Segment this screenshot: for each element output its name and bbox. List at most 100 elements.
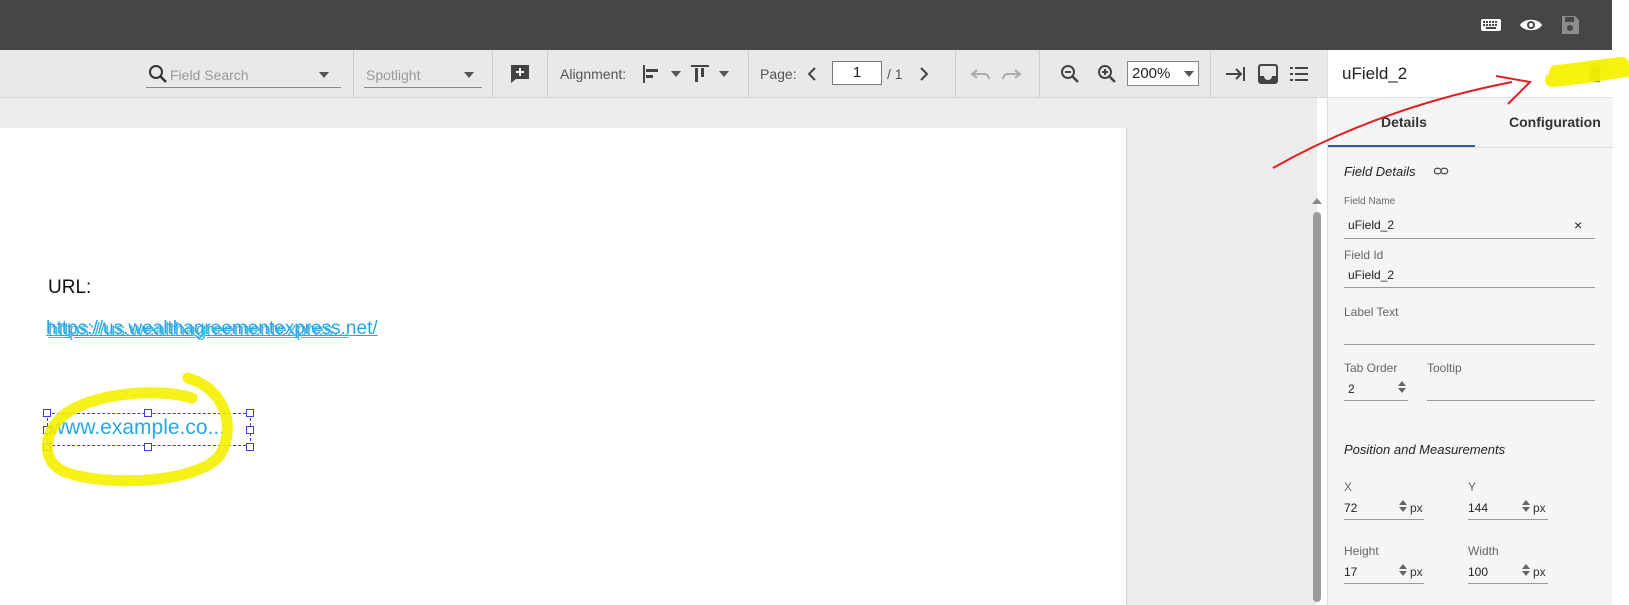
toolbar-divider [748, 50, 749, 98]
y-unit: px [1533, 501, 1546, 515]
chevron-down-icon[interactable] [671, 71, 681, 77]
page-total: / 1 [887, 66, 903, 82]
align-top-icon[interactable] [688, 62, 712, 86]
width-underline [1468, 583, 1548, 584]
resize-handle[interactable] [43, 426, 51, 434]
document-page[interactable]: URL: https://us.wealthagreementexpress.n… [0, 128, 1127, 605]
height-input[interactable]: 17 [1344, 565, 1357, 579]
zoom-select[interactable]: 200% [1127, 61, 1199, 86]
chevron-down-icon [464, 72, 474, 78]
chevron-down-icon[interactable] [719, 71, 729, 77]
height-unit: px [1410, 565, 1423, 579]
list-icon[interactable] [1287, 62, 1311, 86]
redo-icon[interactable] [999, 62, 1023, 86]
zoom-out-icon[interactable] [1058, 62, 1082, 86]
tab-details[interactable]: Details [1381, 114, 1427, 130]
chevron-right-icon[interactable] [912, 62, 936, 86]
scroll-up-arrow[interactable] [1312, 198, 1322, 204]
tab-order-underline [1344, 400, 1408, 401]
label-text-label: Label Text [1344, 305, 1399, 319]
x-underline [1344, 519, 1424, 520]
resize-handle[interactable] [246, 426, 254, 434]
stepper-icon[interactable] [1398, 381, 1406, 393]
toolbar-divider [492, 50, 493, 98]
width-input[interactable]: 100 [1468, 565, 1488, 579]
toolbar-divider [1039, 50, 1040, 98]
undo-icon[interactable] [969, 62, 993, 86]
toolbar-divider [955, 50, 956, 98]
y-label: Y [1468, 480, 1477, 494]
url-label: URL: [48, 277, 92, 298]
resize-handle[interactable] [43, 409, 51, 417]
resize-handle[interactable] [144, 443, 152, 451]
link-icon[interactable] [1432, 163, 1450, 179]
panel-title: uField_2 [1342, 64, 1408, 83]
add-field-icon[interactable] [508, 62, 532, 86]
page-label: Page: [760, 66, 797, 82]
y-underline [1468, 519, 1548, 520]
resize-handle[interactable] [246, 409, 254, 417]
tab-order-input[interactable]: 2 [1348, 382, 1355, 396]
selected-field-text[interactable]: www.example.co... [50, 416, 225, 440]
field-search-input[interactable]: Field Search [146, 62, 341, 88]
page-number-input[interactable]: 1 [832, 61, 882, 85]
stepper-icon[interactable] [1522, 564, 1530, 576]
toolbar-divider [547, 50, 548, 98]
stepper-icon[interactable] [1522, 500, 1530, 512]
alignment-label: Alignment: [560, 66, 627, 82]
resize-handle[interactable] [43, 443, 51, 451]
height-underline [1344, 583, 1424, 584]
tooltip-label: Tooltip [1427, 361, 1462, 375]
zoom-in-icon[interactable] [1095, 62, 1119, 86]
top-bar [0, 0, 1612, 50]
resize-handle[interactable] [246, 443, 254, 451]
eye-icon[interactable] [1519, 13, 1543, 37]
field-search-placeholder: Field Search [170, 67, 249, 83]
spotlight-select[interactable]: Spotlight [364, 62, 482, 88]
vertical-scrollbar[interactable] [1313, 212, 1321, 602]
toolbar-divider [353, 50, 354, 98]
width-unit: px [1533, 565, 1546, 579]
spotlight-label: Spotlight [366, 67, 421, 83]
editor-toolbar: Field Search Spotlight Alignment: Page: … [0, 50, 1327, 98]
tab-configuration[interactable]: Configuration [1509, 114, 1601, 130]
label-text-underline [1344, 344, 1595, 345]
x-unit: px [1410, 501, 1423, 515]
stepper-icon[interactable] [1399, 500, 1407, 512]
document-canvas[interactable]: URL: https://us.wealthagreementexpress.n… [0, 98, 1322, 605]
position-title: Position and Measurements [1344, 442, 1506, 457]
x-input[interactable]: 72 [1344, 501, 1357, 515]
field-details-title: Field Details [1344, 164, 1416, 179]
keyboard-icon[interactable] [1479, 13, 1503, 37]
tab-order-label: Tab Order [1344, 361, 1398, 375]
field-id-label: Field Id [1344, 248, 1384, 262]
resize-handle[interactable] [144, 409, 152, 417]
panel-header: uField_2 [1328, 50, 1613, 98]
width-label: Width [1468, 544, 1499, 558]
field-name-label: Field Name [1344, 196, 1396, 207]
field-name-input[interactable]: uField_2 [1348, 218, 1394, 232]
chevron-down-icon [1184, 71, 1194, 77]
toolbar-divider [1210, 50, 1211, 98]
zoom-value: 200% [1132, 65, 1171, 82]
clear-icon[interactable]: × [1574, 217, 1582, 233]
chevron-left-icon[interactable] [800, 62, 824, 86]
inbox-icon[interactable] [1256, 62, 1280, 86]
align-left-icon[interactable] [640, 62, 664, 86]
app-window: Field Search Spotlight Alignment: Page: … [0, 0, 1629, 605]
tooltip-underline [1427, 400, 1595, 401]
chevron-down-icon [319, 72, 329, 78]
url-link[interactable]: https://us.wealthagreementexpres... [48, 320, 349, 342]
save-icon[interactable] [1558, 13, 1582, 37]
height-label: Height [1344, 544, 1379, 558]
field-id-value: uField_2 [1348, 268, 1395, 282]
stepper-icon[interactable] [1399, 564, 1407, 576]
y-input[interactable]: 144 [1468, 501, 1488, 515]
active-tab-indicator [1328, 145, 1475, 147]
field-id-underline [1344, 287, 1595, 288]
delete-icon[interactable] [1584, 62, 1606, 84]
x-label: X [1344, 480, 1353, 494]
panel-tabs: Details Configuration [1328, 98, 1613, 148]
field-name-underline [1344, 238, 1595, 239]
tab-order-icon[interactable] [1224, 62, 1248, 86]
